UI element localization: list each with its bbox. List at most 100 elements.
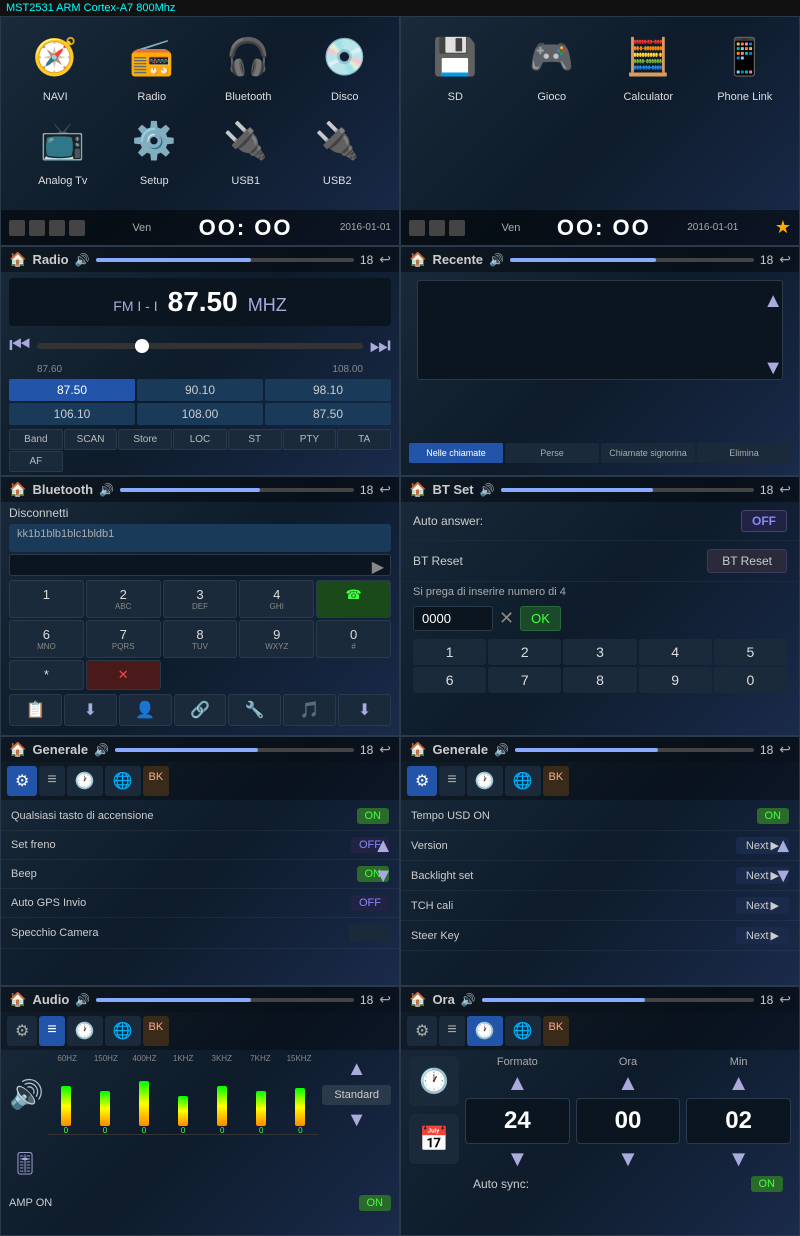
vol-slider-recent[interactable] xyxy=(510,258,754,262)
btset-num-9[interactable]: 9 xyxy=(639,667,712,693)
audio-tab-settings[interactable]: ⚙ xyxy=(7,1016,37,1046)
app-usb1[interactable]: 🔌 USB1 xyxy=(204,111,288,187)
bt-num-9[interactable]: 9WXYZ xyxy=(239,620,314,658)
btset-num-3[interactable]: 3 xyxy=(563,639,636,665)
vol-slider-radio[interactable] xyxy=(96,258,354,262)
bt-num-0[interactable]: 0# xyxy=(316,620,391,658)
vol-slider-bt[interactable] xyxy=(120,488,354,492)
ora-ora-up[interactable]: ▲ xyxy=(617,1072,639,1094)
radio-next-btn[interactable]: ⏭ xyxy=(369,332,391,360)
radio-loc-btn[interactable]: LOC xyxy=(173,429,227,450)
app-gioco[interactable]: 🎮 Gioco xyxy=(508,27,597,103)
gen-next-r3[interactable]: Next ▶ xyxy=(736,897,789,914)
btset-ok-btn[interactable]: OK xyxy=(520,606,561,631)
home-icon-audio[interactable]: 🏠 xyxy=(9,991,26,1008)
home-icon-ora[interactable]: 🏠 xyxy=(409,991,426,1008)
bt-action-7[interactable]: ⬇ xyxy=(338,694,391,726)
ora-tab-clock[interactable]: 🕐 xyxy=(467,1016,503,1046)
bt-action-3[interactable]: 👤 xyxy=(119,694,172,726)
ora-ora-down[interactable]: ▼ xyxy=(617,1148,639,1170)
ora-tab-bk[interactable]: BK xyxy=(543,1016,570,1046)
gen-tab-globe[interactable]: 🌐 xyxy=(105,766,141,796)
gen-tab-eq[interactable]: ≡ xyxy=(39,766,64,796)
audio-tab-bk[interactable]: BK xyxy=(143,1016,170,1046)
bt-call-btn[interactable]: ☎ xyxy=(316,580,391,618)
btset-num-0[interactable]: 0 xyxy=(714,667,787,693)
vol-slider-gen-r[interactable] xyxy=(515,748,754,752)
btset-autoanswer-toggle[interactable]: OFF xyxy=(741,510,787,532)
bt-clear-icon[interactable]: ▶ xyxy=(372,557,384,577)
radio-st-btn[interactable]: ST xyxy=(228,429,282,450)
app-setup[interactable]: ⚙️ Setup xyxy=(113,111,197,187)
eq-scroll-up[interactable]: ▲ xyxy=(347,1058,367,1081)
back-icon-audio[interactable]: ↩ xyxy=(379,991,391,1008)
bt-num-7[interactable]: 7PQRS xyxy=(86,620,161,658)
gen-toggle-4[interactable] xyxy=(349,924,389,942)
back-icon-bt[interactable]: ↩ xyxy=(379,481,391,498)
bt-action-1[interactable]: 📋 xyxy=(9,694,62,726)
app-usb2[interactable]: 🔌 USB2 xyxy=(296,111,380,187)
gen-toggle-3[interactable]: OFF xyxy=(351,895,389,911)
radio-scan-btn[interactable]: SCAN xyxy=(64,429,118,450)
btset-reset-btn[interactable]: BT Reset xyxy=(707,549,787,573)
back-icon-ora[interactable]: ↩ xyxy=(779,991,791,1008)
home-icon-btset[interactable]: 🏠 xyxy=(409,481,426,498)
freq-btn-4[interactable]: 108.00 xyxy=(137,403,263,425)
eq-bar-1[interactable] xyxy=(100,1091,110,1126)
back-icon-btset[interactable]: ↩ xyxy=(779,481,791,498)
back-icon-recent[interactable]: ↩ xyxy=(779,251,791,268)
eq-bar-5[interactable] xyxy=(256,1091,266,1126)
vol-slider-audio[interactable] xyxy=(96,998,354,1002)
gen-toggle-0[interactable]: ON xyxy=(357,808,390,824)
home-icon-recent[interactable]: 🏠 xyxy=(409,251,426,268)
bt-num-1[interactable]: 1 xyxy=(9,580,84,618)
gen-tab-globe-r[interactable]: 🌐 xyxy=(505,766,541,796)
radio-band-btn[interactable]: Band xyxy=(9,429,63,450)
freq-btn-5[interactable]: 87.50 xyxy=(265,403,391,425)
eq-bar-2[interactable] xyxy=(139,1081,149,1126)
btset-pin-input[interactable]: 0000 xyxy=(413,606,493,631)
bt-num-8[interactable]: 8TUV xyxy=(163,620,238,658)
home-icon-bt[interactable]: 🏠 xyxy=(9,481,26,498)
freq-btn-0[interactable]: 87.50 xyxy=(9,379,135,401)
ora-clock-btn[interactable]: 🕐 xyxy=(409,1056,459,1106)
btset-num-4[interactable]: 4 xyxy=(639,639,712,665)
radio-ta-btn[interactable]: TA xyxy=(337,429,391,450)
scroll-up-btn[interactable]: ▲ xyxy=(763,290,783,313)
scroll-down-gen-l[interactable]: ▼ xyxy=(373,866,393,886)
ora-calendar-btn[interactable]: 📅 xyxy=(409,1114,459,1164)
ora-min-up[interactable]: ▲ xyxy=(728,1072,750,1094)
bt-num-6[interactable]: 6MNO xyxy=(9,620,84,658)
eq-bar-0[interactable] xyxy=(61,1086,71,1126)
amp-toggle[interactable]: ON xyxy=(359,1195,392,1211)
scroll-up-gen-r[interactable]: ▲ xyxy=(773,836,793,856)
audio-tab-eq[interactable]: ≡ xyxy=(39,1016,64,1046)
eq-bar-4[interactable] xyxy=(217,1086,227,1126)
tab-nelle-chiamate[interactable]: Nelle chiamate xyxy=(409,443,503,463)
radio-pty-btn[interactable]: PTY xyxy=(283,429,337,450)
ora-tab-globe[interactable]: 🌐 xyxy=(505,1016,541,1046)
eq-bar-6[interactable] xyxy=(295,1088,305,1126)
gen-tab-bk-r[interactable]: BK xyxy=(543,766,570,796)
bt-action-4[interactable]: 🔗 xyxy=(174,694,227,726)
bt-action-6[interactable]: 🎵 xyxy=(283,694,336,726)
tab-elimina[interactable]: Elimina xyxy=(697,443,791,463)
btset-num-5[interactable]: 5 xyxy=(714,639,787,665)
gen-tab-settings[interactable]: ⚙ xyxy=(7,766,37,796)
home-icon-radio[interactable]: 🏠 xyxy=(9,251,26,268)
vol-slider-ora[interactable] xyxy=(482,998,754,1002)
freq-btn-1[interactable]: 90.10 xyxy=(137,379,263,401)
bt-hangup-btn[interactable]: ✕ xyxy=(86,660,161,690)
app-disco[interactable]: 💿 Disco xyxy=(301,27,390,103)
audio-tab-clock[interactable]: 🕐 xyxy=(67,1016,103,1046)
bt-num-4[interactable]: 4GHI xyxy=(239,580,314,618)
back-icon-gen-l[interactable]: ↩ xyxy=(379,741,391,758)
scroll-up-gen-l[interactable]: ▲ xyxy=(373,836,393,856)
bt-action-2[interactable]: ⬇ xyxy=(64,694,117,726)
bt-delete-icon[interactable]: ✕ xyxy=(499,608,514,629)
gen-tab-clock-r[interactable]: 🕐 xyxy=(467,766,503,796)
app-analogtv[interactable]: 📺 Analog Tv xyxy=(21,111,105,187)
ora-formato-up[interactable]: ▲ xyxy=(506,1072,528,1094)
app-phonelink[interactable]: 📱 Phone Link xyxy=(701,27,790,103)
gen-next-r4[interactable]: Next ▶ xyxy=(736,927,789,944)
